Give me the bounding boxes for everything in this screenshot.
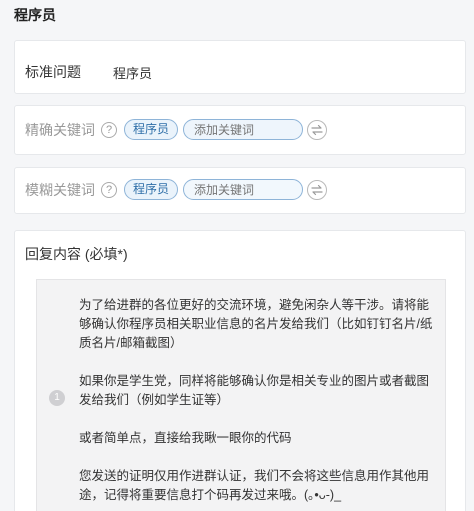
reply-paragraph: 或者简单点，直接给我瞅一眼你的代码 — [79, 431, 292, 445]
add-fuzzy-keyword-input[interactable] — [183, 179, 304, 200]
add-exact-keyword-input[interactable] — [183, 119, 304, 140]
keyword-tag[interactable]: 程序员 — [124, 119, 179, 140]
standard-question-value[interactable]: 程序员 — [113, 63, 152, 82]
standard-question-card: 标准问题 程序员 — [14, 40, 466, 94]
help-icon[interactable]: ? — [101, 121, 117, 138]
page-title: 程序员 — [14, 7, 56, 23]
reply-paragraph: 为了给进群的各位更好的交流环境，避免闲杂人等干涉。请将能够确认你程序员相关职业信… — [79, 298, 433, 350]
keyword-tag[interactable]: 程序员 — [124, 179, 179, 200]
reply-text[interactable]: 为了给进群的各位更好的交流环境，避免闲杂人等干涉。请将能够确认你程序员相关职业信… — [79, 296, 434, 505]
help-icon[interactable]: ? — [101, 181, 117, 198]
swap-arrows-icon[interactable] — [307, 179, 328, 200]
reply-content-box[interactable]: 1 为了给进群的各位更好的交流环境，避免闲杂人等干涉。请将能够确认你程序员相关职… — [36, 279, 446, 511]
swap-arrows-icon[interactable] — [307, 119, 328, 140]
standard-question-label: 标准问题 — [25, 64, 81, 80]
exact-keywords-label: 精确关键词 — [25, 121, 95, 138]
reply-index-badge: 1 — [49, 390, 65, 406]
reply-content-label: 回复内容 (必填*) — [25, 246, 128, 262]
reply-paragraph: 您发送的证明仅用作进群认证，我们不会将这些信息用作其他用途，记得将重要信息打个码… — [79, 469, 430, 502]
exact-keywords-card: 精确关键词 ? 程序员 — [14, 105, 466, 155]
fuzzy-keywords-card: 模糊关键词 ? 程序员 — [14, 167, 466, 214]
reply-content-card: 回复内容 (必填*) 1 为了给进群的各位更好的交流环境，避免闲杂人等干涉。请将… — [14, 230, 466, 511]
fuzzy-keywords-label: 模糊关键词 — [25, 181, 95, 198]
reply-paragraph: 如果你是学生党，同样将能够确认你是相关专业的图片或者截图发给我们（例如学生证等） — [79, 374, 430, 407]
